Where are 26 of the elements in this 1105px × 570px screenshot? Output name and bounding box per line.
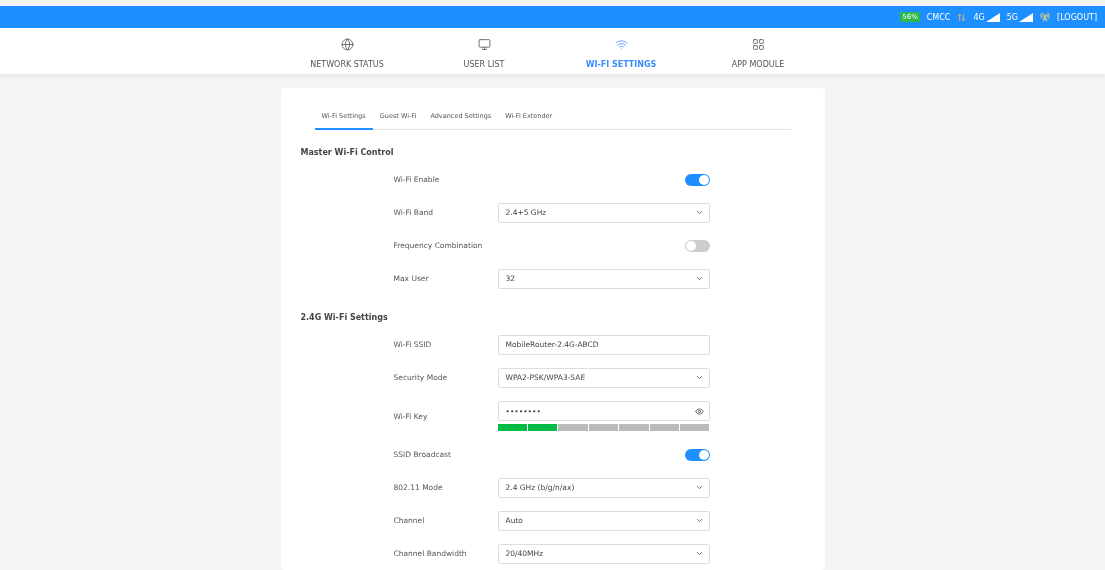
toggle-switch[interactable] [684,173,710,186]
section-title: Master Wi-Fi Control [300,148,395,157]
grid-icon [751,38,765,52]
chevron-down-icon [694,549,704,558]
network-type: 4G [973,12,985,22]
wifi-icon [614,38,628,52]
chevron-down-icon [694,208,704,217]
nav-tab[interactable]: APP MODULE [689,28,827,74]
chevron-down-icon [694,274,704,283]
signal-icon [985,12,1000,22]
toggle-switch[interactable] [684,239,710,252]
nav-tab[interactable]: NETWORK STATUS [278,28,416,74]
chevron-down-icon [694,373,704,382]
toggle-switch[interactable] [684,448,710,461]
chevron-down-icon [694,516,704,525]
signal-icon [1019,12,1034,22]
antenna-icon [1040,12,1051,23]
data-transfer-icon [957,12,967,22]
nav-tab[interactable]: USER LIST [415,28,553,74]
network-type: 5G [1006,12,1019,22]
section-title: 2.4G Wi-Fi Settings [300,313,389,322]
carrier-name: CMCC [926,12,951,22]
eye-icon[interactable] [694,406,704,416]
monitor-icon [477,38,491,52]
globe-icon [340,38,354,52]
chevron-down-icon [694,483,704,492]
